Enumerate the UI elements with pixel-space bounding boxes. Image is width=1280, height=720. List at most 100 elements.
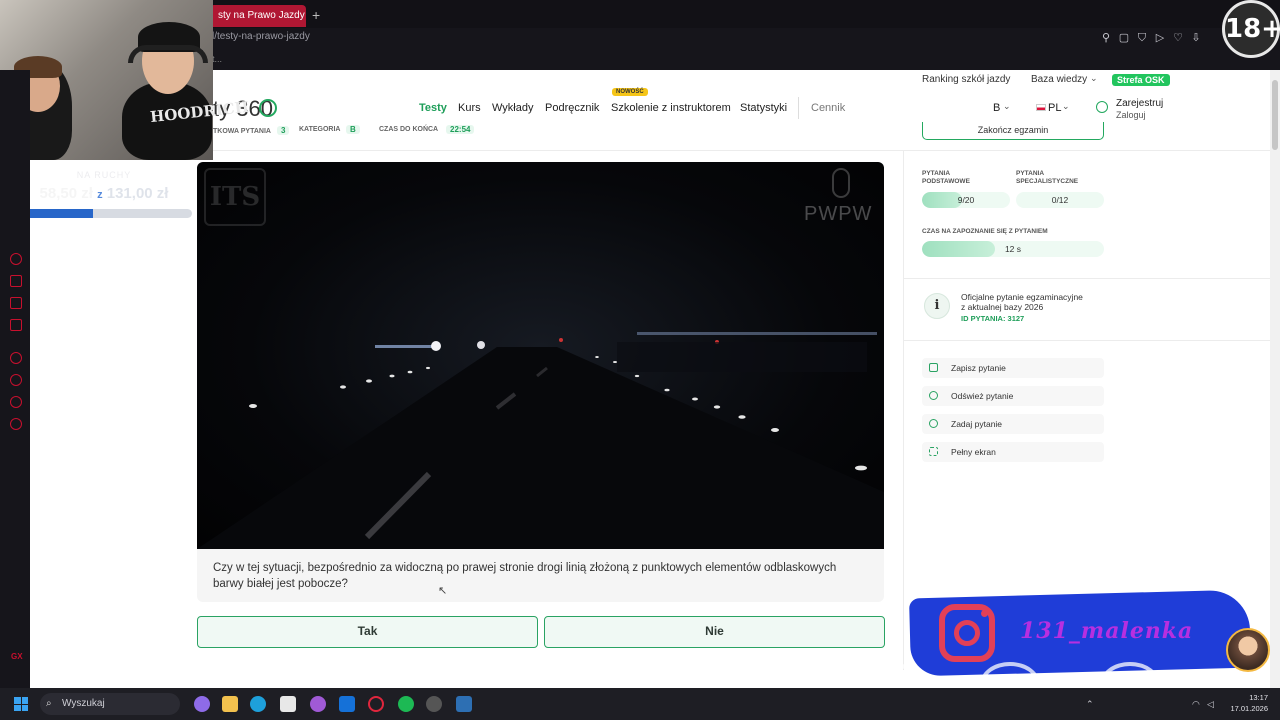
answer-no-button[interactable]: Nie: [544, 616, 885, 648]
instagram-icon-dot: [981, 610, 988, 617]
ornament: [860, 662, 920, 690]
player-icon[interactable]: [10, 352, 22, 364]
mail-icon[interactable]: [10, 319, 22, 331]
end-exam-button[interactable]: Zakończ egzamin: [922, 122, 1104, 140]
register-link[interactable]: Zarejestruj: [1116, 98, 1163, 109]
question-video[interactable]: [197, 162, 884, 549]
logo-check-icon: [259, 99, 277, 117]
ornament: [1100, 662, 1160, 690]
app-icon[interactable]: [456, 696, 472, 712]
ornament: [30, 662, 90, 690]
question-number-value: 3: [277, 126, 290, 135]
outlook-icon[interactable]: [339, 696, 355, 712]
pwpw-emblem-icon: [832, 168, 850, 198]
save-question-button[interactable]: [922, 358, 1104, 378]
poland-flag-icon: [1036, 104, 1046, 111]
nav-statistics[interactable]: Statystyki: [740, 102, 787, 114]
download-icon[interactable]: ⇩: [1190, 32, 1202, 44]
ranking-link[interactable]: Ranking szkół jazdy: [922, 74, 1010, 85]
headphones: [128, 45, 208, 63]
knowledge-base-link[interactable]: Baza wiedzy: [1031, 74, 1087, 85]
answer-yes-button[interactable]: Tak: [197, 616, 538, 648]
app-icon[interactable]: [310, 696, 326, 712]
nav-handbook[interactable]: Podręcznik: [545, 102, 599, 114]
app-icon[interactable]: [426, 696, 442, 712]
ornament: [620, 662, 680, 690]
edge-icon[interactable]: [250, 696, 266, 712]
history-icon[interactable]: [10, 374, 22, 386]
search-icon: ⌕: [46, 698, 52, 709]
windows-start-icon[interactable]: [14, 697, 28, 711]
category-select[interactable]: B: [993, 102, 1000, 114]
opera-gx-icon[interactable]: [368, 696, 384, 712]
new-badge: NOWOŚĆ: [612, 88, 648, 96]
nav-course[interactable]: Kurs: [458, 102, 481, 114]
save-question-label: Zapisz pytanie: [951, 363, 1006, 373]
read-time-label: CZAS NA ZAPOZNANIE SIĘ Z PYTANIEM: [922, 228, 1048, 235]
fullscreen-button[interactable]: [922, 442, 1104, 462]
nav-lectures[interactable]: Wykłady: [492, 102, 533, 114]
play-icon[interactable]: ▷: [1154, 32, 1166, 44]
url-text[interactable]: l/testy-na-prawo-jazdy: [212, 31, 310, 42]
new-tab-button[interactable]: +: [312, 7, 320, 23]
exam-meta-row: TKOWA PYTANIA 3 KATEGORIA B CZAS DO KOŃC…: [196, 123, 896, 139]
taskbar-clock[interactable]: 13:17 17.01.2026: [1226, 692, 1268, 714]
fullscreen-label: Pełny ekran: [951, 447, 996, 457]
panel-separator: [903, 278, 1270, 279]
pwpw-watermark: PWPW: [804, 203, 873, 225]
screenshot-icon[interactable]: ▢: [1118, 32, 1130, 44]
special-progress-value: 0/12: [1051, 195, 1069, 205]
panel-divider: [903, 150, 904, 670]
user-icon: [1096, 101, 1108, 113]
heart-icon[interactable]: ♡: [1172, 32, 1184, 44]
chevron-down-icon: ⌄: [1062, 101, 1070, 111]
ask-question-button[interactable]: [922, 414, 1104, 434]
store-icon[interactable]: [280, 696, 296, 712]
extensions-icon[interactable]: [10, 396, 22, 408]
instagram-handle: 131_malenka: [1020, 618, 1194, 644]
app-icon[interactable]: [194, 696, 210, 712]
basic-progress-value: 9/20: [957, 195, 975, 205]
special-questions-label: PYTANIA SPECJALISTYCZNE: [1016, 170, 1079, 185]
osk-zone-badge[interactable]: Strefa OSK: [1112, 74, 1170, 86]
nav-instructor-training[interactable]: Szkolenie z instruktorem: [611, 102, 731, 114]
official-question-info: Oficjalne pytanie egzaminacyjne z aktual…: [961, 292, 1101, 312]
volume-icon[interactable]: ◁: [1207, 699, 1214, 710]
age-badge: 18+: [1222, 0, 1280, 58]
chat-icon: [929, 419, 938, 428]
donation-title: NA RUCHY: [76, 170, 132, 180]
its-watermark: ITS: [204, 168, 266, 226]
speed-dial-icon[interactable]: [10, 253, 22, 265]
donation-goal: 131,00 zł: [106, 185, 169, 202]
file-explorer-icon[interactable]: [222, 696, 238, 712]
login-link[interactable]: Zaloguj: [1116, 110, 1146, 120]
chevron-down-icon: ⌄: [1003, 101, 1011, 111]
spotify-icon[interactable]: [398, 696, 414, 712]
nav-pricing[interactable]: Cennik: [811, 102, 845, 114]
messenger-icon[interactable]: [10, 297, 22, 309]
donation-of: z: [97, 189, 103, 201]
time-left-value: 22:54: [446, 125, 475, 134]
nav-tests[interactable]: Testy: [419, 102, 447, 114]
ornament: [980, 662, 1040, 690]
settings-icon[interactable]: [10, 418, 22, 430]
ornament: [380, 662, 440, 690]
chevron-up-icon[interactable]: ⌃: [1086, 699, 1094, 710]
ornament: [260, 662, 320, 690]
scrollbar[interactable]: [1270, 70, 1280, 688]
taskbar-search[interactable]: [40, 693, 180, 715]
language-select[interactable]: PL: [1048, 102, 1061, 114]
mouse-cursor: ↖: [438, 585, 448, 597]
ornament: [500, 662, 560, 690]
bag-icon[interactable]: [10, 275, 22, 287]
instagram-icon-lens: [954, 620, 980, 646]
info-line-1: Oficjalne pytanie egzaminacyjne: [961, 292, 1083, 302]
question-text: Czy w tej sytuacji, bezpośrednio za wido…: [213, 562, 837, 590]
bookmark-item[interactable]: t...: [212, 54, 222, 64]
pin-icon[interactable]: ⚲: [1100, 32, 1112, 44]
browser-tab[interactable]: sty na Prawo Jazdy 202: [210, 5, 306, 27]
shield-icon[interactable]: ⛉: [1136, 32, 1148, 44]
wifi-icon[interactable]: ◠: [1192, 699, 1200, 710]
scrollbar-thumb[interactable]: [1272, 80, 1278, 150]
clock-date: 17.01.2026: [1230, 704, 1268, 713]
